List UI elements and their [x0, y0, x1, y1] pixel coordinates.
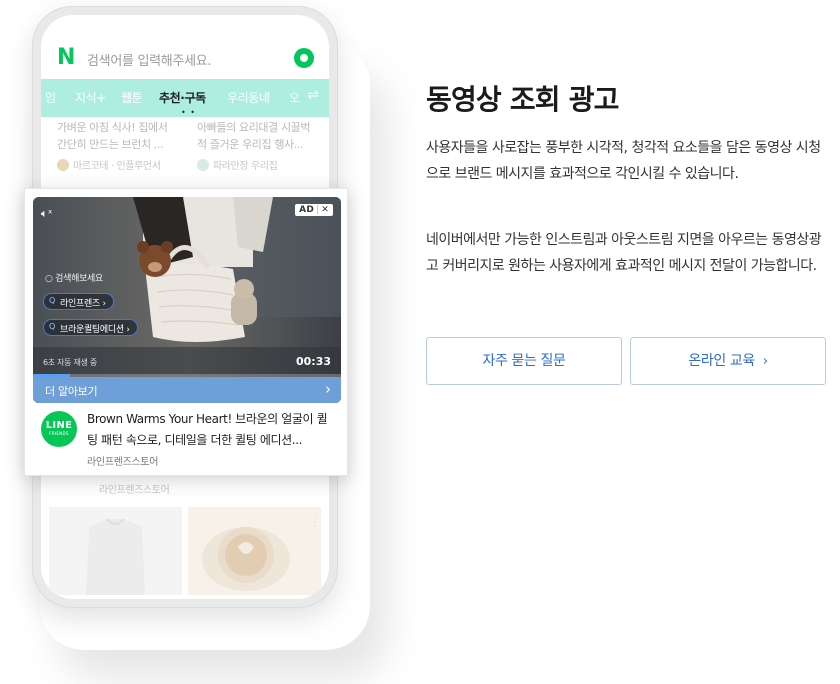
autoplay-status: 6초 자동 재생 중	[43, 358, 97, 367]
category-tabs: 임 지식+ 웹툰 추천·구독 우리동네 오 • • ⇌	[41, 79, 329, 117]
feed-item-source: 마르코테 · 인플루언서	[57, 157, 161, 172]
search-icon: Q	[49, 296, 55, 305]
search-bar[interactable]: N 검색어를 입력해주세요.	[41, 33, 329, 83]
learn-more-button[interactable]: 더 알아보기 ›	[33, 377, 341, 403]
tab-partial-right[interactable]: 오	[289, 89, 300, 106]
chevron-right-icon: ›	[325, 380, 331, 398]
ad-headline[interactable]: Brown Warms Your Heart! 브라운의 얼굴이 퀼팅 패턴 속…	[87, 409, 337, 451]
tab-jisik[interactable]: 지식+	[75, 89, 106, 106]
tab-recommend[interactable]: 추천·구독	[159, 89, 206, 106]
line-friends-logo[interactable]: LINE FRIENDS	[41, 411, 77, 447]
video-search-prompt: ○ 검색해보세요	[45, 274, 104, 284]
tab-partial-left[interactable]: 임	[45, 89, 56, 106]
online-education-button[interactable]: 온라인 교육 ›	[630, 337, 826, 385]
faq-button[interactable]: 자주 묻는 질문	[426, 337, 622, 385]
advertiser-name[interactable]: 라인프렌즈스토어	[87, 453, 159, 468]
feed-thumbnail-shirt[interactable]	[49, 507, 182, 595]
search-placeholder[interactable]: 검색어를 입력해주세요.	[87, 50, 212, 69]
page-title: 동영상 조회 광고	[426, 83, 619, 116]
active-tab-indicator: • •	[181, 108, 196, 117]
chevron-right-icon: ›	[762, 354, 768, 369]
keyword-pill[interactable]: Q 브라운퀼팅에디션 ›	[43, 319, 138, 336]
coffee-thumbnail-image: ⋮	[188, 507, 321, 595]
naver-logo: N	[57, 45, 76, 70]
shirt-thumbnail-image	[49, 507, 182, 595]
keyword-pill[interactable]: Q 라인프렌즈 ›	[43, 293, 114, 310]
video-duration: 00:33	[295, 355, 331, 368]
close-icon[interactable]: ✕	[321, 205, 329, 215]
learn-more-label: 더 알아보기	[45, 385, 98, 398]
video-ad-card[interactable]: 🔈︎ˣ AD | ✕ ○ 검색해보세요 Q 라인프렌즈 › Q 브라운퀼팅에디션 › 6…	[24, 188, 348, 476]
feed-item-text[interactable]: 아빠들의 요리대결 시끌벅적 즐거운 우리집 행사...	[197, 119, 315, 153]
mute-icon[interactable]: 🔈︎ˣ	[41, 207, 52, 221]
ad-badge[interactable]: AD | ✕	[295, 204, 333, 216]
description-paragraph: 네이버에서만 가능한 인스트림과 아웃스트림 지면을 아우르는 동영상광고 커버…	[426, 232, 822, 274]
feed-item-source: 파라만장 우리집	[197, 157, 278, 172]
feed-item-source: 라인프렌즈스토어	[99, 485, 170, 496]
source-avatar-icon	[57, 159, 69, 171]
green-search-icon[interactable]	[294, 48, 314, 68]
feed-thumbnail-coffee[interactable]: ⋮	[188, 507, 321, 595]
tab-webtoon[interactable]: 웹툰	[121, 89, 143, 106]
tab-neighborhood[interactable]: 우리동네	[227, 89, 270, 106]
source-avatar-icon	[197, 159, 209, 171]
ad-video-player[interactable]: 🔈︎ˣ AD | ✕ ○ 검색해보세요 Q 라인프렌즈 › Q 브라운퀼팅에디션 › 6…	[33, 197, 341, 403]
swap-icon[interactable]: ⇌	[307, 87, 319, 103]
search-icon: ○	[45, 274, 56, 284]
badge-separator: |	[316, 205, 320, 215]
feed-item-text[interactable]: 가벼운 아침 식사! 집에서 간단히 만드는 브런치 ...	[57, 119, 175, 153]
description-paragraph: 사용자들을 사로잡는 풍부한 시각적, 청각적 요소들을 담은 동영상 시청으로…	[426, 140, 821, 182]
search-icon: Q	[49, 322, 55, 331]
svg-text:⋮: ⋮	[310, 517, 320, 528]
